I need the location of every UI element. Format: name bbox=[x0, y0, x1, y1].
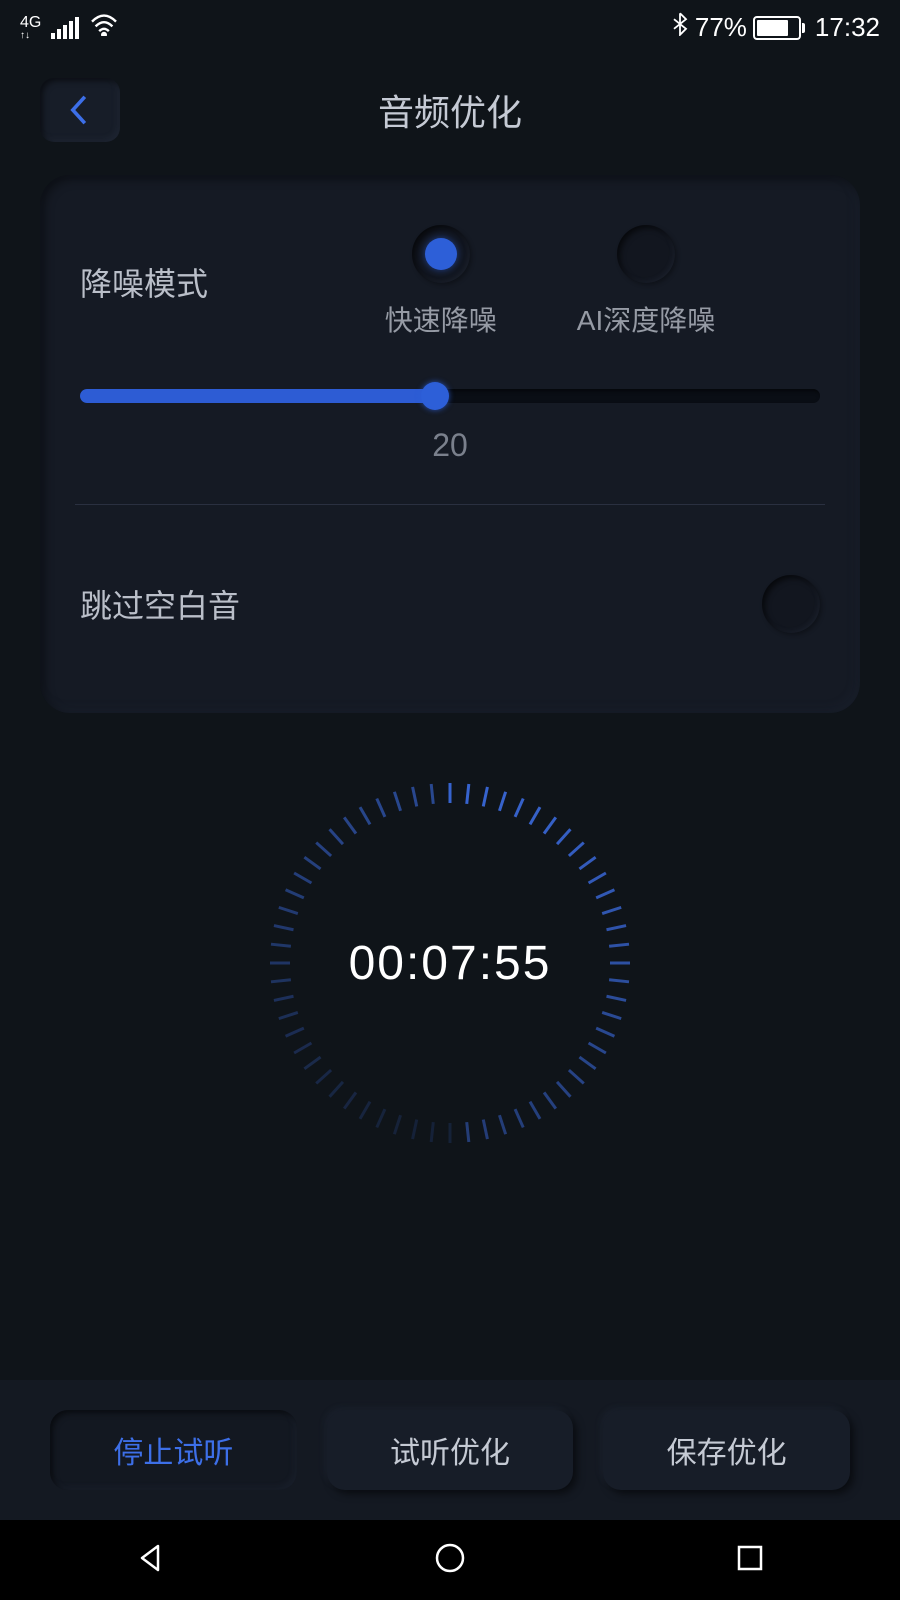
clock: 17:32 bbox=[815, 12, 880, 43]
skip-silence-toggle[interactable] bbox=[762, 575, 820, 633]
radio-label-fast: 快速降噪 bbox=[385, 299, 497, 339]
slider-fill bbox=[80, 389, 435, 403]
stop-preview-button[interactable]: 停止试听 bbox=[50, 1410, 297, 1490]
radio-label-ai: AI深度降噪 bbox=[577, 299, 715, 339]
nav-back-button[interactable] bbox=[130, 1538, 170, 1583]
skip-silence-row: 跳过空白音 bbox=[80, 575, 820, 653]
radio-circle-ai bbox=[617, 225, 675, 283]
battery-icon bbox=[753, 16, 805, 40]
preview-optimize-button[interactable]: 试听优化 bbox=[327, 1410, 574, 1490]
slider-thumb[interactable] bbox=[421, 382, 449, 410]
divider bbox=[75, 504, 825, 505]
noise-reduction-row: 降噪模式 快速降噪 AI深度降噪 bbox=[80, 225, 820, 339]
noise-reduction-label: 降噪模式 bbox=[80, 259, 230, 305]
slider-value: 20 bbox=[80, 427, 820, 464]
signal-icon bbox=[51, 17, 79, 39]
radio-option-fast[interactable]: 快速降噪 bbox=[385, 225, 497, 339]
bottom-action-bar: 停止试听 试听优化 保存优化 bbox=[0, 1380, 900, 1520]
slider-track[interactable] bbox=[80, 389, 820, 403]
nav-home-button[interactable] bbox=[430, 1538, 470, 1583]
battery-percent: 77% bbox=[695, 12, 747, 43]
wifi-icon bbox=[89, 12, 119, 43]
android-nav-bar bbox=[0, 1520, 900, 1600]
network-type: 4G bbox=[20, 15, 41, 31]
network-indicator: 4G ↑↓ bbox=[20, 15, 41, 41]
noise-level-slider: 20 bbox=[80, 389, 820, 464]
back-button[interactable] bbox=[40, 78, 120, 142]
save-optimize-button[interactable]: 保存优化 bbox=[603, 1410, 850, 1490]
status-left: 4G ↑↓ bbox=[20, 12, 119, 43]
status-bar: 4G ↑↓ 77% 17:32 bbox=[0, 0, 900, 55]
noise-mode-options: 快速降噪 AI深度降噪 bbox=[280, 225, 820, 339]
radio-circle-fast bbox=[412, 225, 470, 283]
page-title: 音频优化 bbox=[378, 84, 522, 136]
settings-card: 降噪模式 快速降噪 AI深度降噪 20 跳过空白音 bbox=[40, 175, 860, 713]
skip-silence-label: 跳过空白音 bbox=[80, 581, 240, 627]
header: 音频优化 bbox=[0, 55, 900, 155]
status-right: 77% 17:32 bbox=[671, 12, 880, 43]
bluetooth-icon bbox=[671, 12, 689, 43]
dial-ticks-icon bbox=[260, 773, 640, 1153]
nav-recent-button[interactable] bbox=[730, 1538, 770, 1583]
radio-option-ai[interactable]: AI深度降噪 bbox=[577, 225, 715, 339]
timer-dial: 00:07:55 bbox=[260, 773, 640, 1153]
timer-section: 00:07:55 bbox=[0, 773, 900, 1153]
chevron-left-icon bbox=[66, 92, 94, 128]
